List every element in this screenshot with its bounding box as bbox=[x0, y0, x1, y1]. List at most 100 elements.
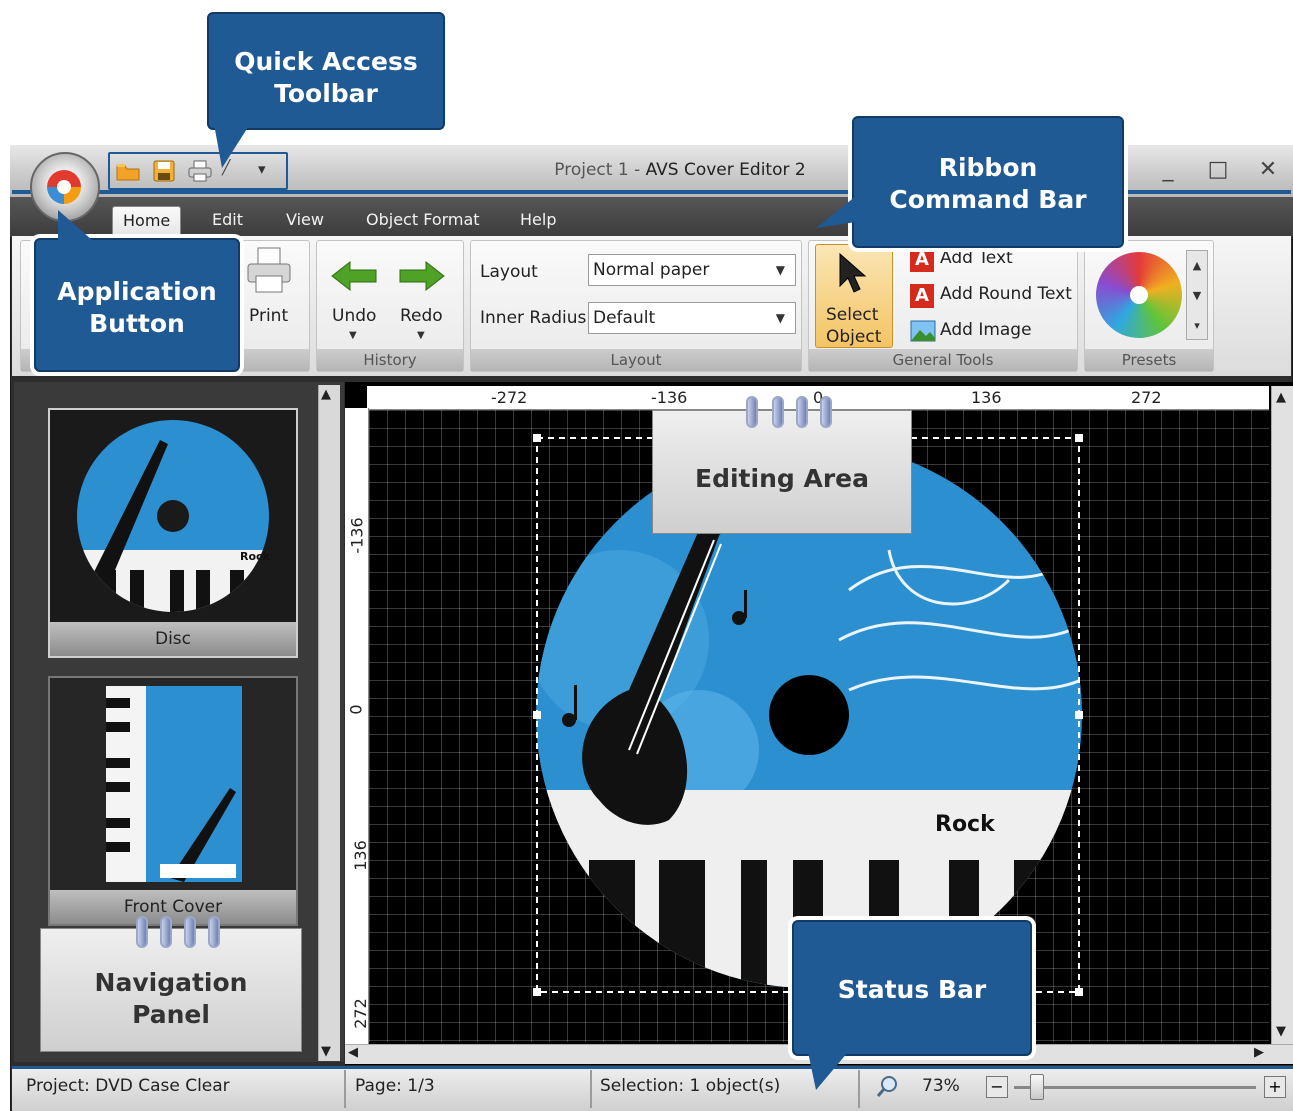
status-divider bbox=[590, 1070, 592, 1108]
thumb-disc-text: Rock bbox=[240, 550, 271, 563]
callout-editing-text: Editing Area bbox=[695, 464, 869, 493]
callout-app-line2: Button bbox=[89, 309, 185, 338]
layout-select[interactable]: Normal paper ▼ bbox=[588, 254, 796, 286]
group-history-caption: History bbox=[317, 349, 463, 371]
tab-home[interactable]: Home bbox=[112, 206, 182, 236]
v-tick-label: 272 bbox=[350, 998, 370, 1029]
qat-dropdown-button[interactable]: ▾ bbox=[258, 160, 276, 182]
redo-dropdown-icon[interactable]: ▼ bbox=[417, 330, 425, 341]
tab-edit[interactable]: Edit bbox=[202, 206, 253, 236]
zoom-in-button[interactable]: + bbox=[1264, 1076, 1286, 1098]
add-text-button[interactable]: Add Text bbox=[940, 248, 1013, 268]
status-selection: Selection: 1 object(s) bbox=[600, 1076, 781, 1096]
vertical-ruler: -136 0 136 272 bbox=[345, 408, 370, 1058]
h-tick-label: 272 bbox=[1131, 388, 1162, 407]
callout-status-text: Status Bar bbox=[837, 975, 987, 1004]
redo-button[interactable]: Redo bbox=[400, 306, 443, 326]
group-presets-caption: Presets bbox=[1085, 349, 1213, 371]
zoom-out-button[interactable]: − bbox=[986, 1076, 1008, 1098]
preset-scroll[interactable]: ▲ ▼ ▾ bbox=[1186, 250, 1208, 340]
add-text-icon: A bbox=[910, 248, 934, 272]
front-cover-thumbnail-art bbox=[50, 678, 296, 890]
zoom-slider-track[interactable] bbox=[1014, 1086, 1256, 1089]
callout-application-button: Application Button bbox=[34, 238, 240, 372]
status-project: Project: DVD Case Clear bbox=[26, 1076, 230, 1096]
preset-thumbnail-hole bbox=[1130, 286, 1148, 304]
callout-status-pointer bbox=[808, 1052, 848, 1090]
title-project: Project 1 - bbox=[554, 160, 646, 180]
tab-view[interactable]: View bbox=[276, 206, 334, 236]
callout-ribbon-command-bar: Ribbon Command Bar bbox=[852, 116, 1124, 248]
minimize-button[interactable]: _ bbox=[1150, 156, 1186, 184]
cursor-arrow-icon bbox=[834, 252, 870, 296]
v-tick-label: -136 bbox=[347, 517, 367, 554]
callout-ribbon-line2: Command Bar bbox=[889, 185, 1087, 214]
undo-button[interactable]: Undo bbox=[332, 306, 376, 326]
note-ring bbox=[136, 916, 148, 948]
add-image-button[interactable]: Add Image bbox=[940, 320, 1032, 340]
print-icon[interactable] bbox=[188, 160, 212, 182]
callout-status-bar: Status Bar bbox=[792, 920, 1032, 1056]
note-ring bbox=[772, 396, 784, 428]
status-page: Page: 1/3 bbox=[355, 1076, 435, 1096]
callout-qat-line1: Quick Access bbox=[234, 47, 418, 76]
select-object-label-1: Select bbox=[826, 305, 879, 325]
inner-radius-select[interactable]: Default ▼ bbox=[588, 302, 796, 334]
h-tick-label: 136 bbox=[971, 388, 1002, 407]
callout-nav-line1: Navigation bbox=[94, 968, 248, 997]
scroll-up-arrow-icon[interactable]: ▲ bbox=[1276, 390, 1286, 405]
scroll-up-arrow-icon[interactable]: ▲ bbox=[321, 387, 331, 402]
callout-editing-area: Editing Area bbox=[652, 410, 912, 534]
callout-ribbon-pointer bbox=[816, 196, 856, 228]
callout-ribbon-line1: Ribbon bbox=[938, 153, 1038, 182]
print-button[interactable] bbox=[244, 246, 294, 296]
group-layout-caption: Layout bbox=[471, 349, 801, 371]
zoom-magnifier-icon bbox=[876, 1074, 900, 1098]
save-icon[interactable] bbox=[152, 160, 176, 182]
select-object-label-2: Object bbox=[826, 327, 882, 347]
callout-app-line1: Application bbox=[57, 277, 217, 306]
note-ring bbox=[796, 396, 808, 428]
maximize-button[interactable]: □ bbox=[1200, 156, 1236, 184]
editor-vertical-scrollbar[interactable] bbox=[1271, 386, 1293, 1044]
nav-item-front-cover[interactable]: Front Cover bbox=[48, 676, 298, 926]
disc-rock-text: Rock bbox=[935, 812, 996, 837]
layout-label: Layout bbox=[480, 262, 538, 282]
chevron-down-icon: ▼ bbox=[775, 311, 785, 325]
tab-object-format[interactable]: Object Format bbox=[356, 206, 490, 236]
title-app-name: AVS Cover Editor 2 bbox=[645, 160, 806, 180]
scroll-down-arrow-icon[interactable]: ▼ bbox=[1276, 1024, 1286, 1039]
layout-select-value: Normal paper bbox=[593, 260, 710, 280]
undo-arrow-icon[interactable] bbox=[330, 258, 378, 294]
nav-item-disc[interactable]: Rock Disc bbox=[48, 408, 298, 658]
chevron-down-icon: ▼ bbox=[775, 263, 785, 277]
open-folder-icon[interactable] bbox=[116, 160, 140, 182]
zoom-slider-thumb[interactable] bbox=[1030, 1074, 1044, 1100]
callout-nav-line2: Panel bbox=[132, 1000, 210, 1029]
note-ring bbox=[208, 916, 220, 948]
status-divider bbox=[858, 1070, 860, 1108]
tab-help[interactable]: Help bbox=[510, 206, 566, 236]
scroll-left-arrow-icon[interactable]: ◀ bbox=[348, 1045, 358, 1060]
nav-item-disc-label: Disc bbox=[50, 622, 296, 656]
scroll-down-arrow-icon[interactable]: ▼ bbox=[321, 1044, 331, 1059]
callout-navigation-panel: Navigation Panel bbox=[40, 928, 302, 1052]
note-ring bbox=[820, 396, 832, 428]
add-image-icon bbox=[910, 320, 936, 342]
redo-arrow-icon[interactable] bbox=[398, 258, 446, 294]
add-round-text-icon: A bbox=[910, 284, 934, 308]
close-button[interactable]: ✕ bbox=[1250, 156, 1286, 184]
nav-item-front-cover-label: Front Cover bbox=[50, 890, 296, 924]
add-round-text-button[interactable]: Add Round Text bbox=[940, 284, 1072, 304]
h-tick-label: -136 bbox=[651, 388, 688, 407]
note-ring bbox=[746, 396, 758, 428]
v-tick-label: 0 bbox=[346, 704, 366, 715]
note-ring bbox=[184, 916, 196, 948]
v-tick-label: 136 bbox=[350, 840, 370, 871]
navigation-scrollbar[interactable] bbox=[318, 385, 340, 1061]
scroll-right-arrow-icon[interactable]: ▶ bbox=[1254, 1045, 1264, 1060]
status-divider bbox=[344, 1070, 346, 1108]
note-ring bbox=[160, 916, 172, 948]
horizontal-ruler: -272 -136 0 136 272 bbox=[367, 386, 1269, 410]
undo-dropdown-icon[interactable]: ▼ bbox=[349, 330, 357, 341]
